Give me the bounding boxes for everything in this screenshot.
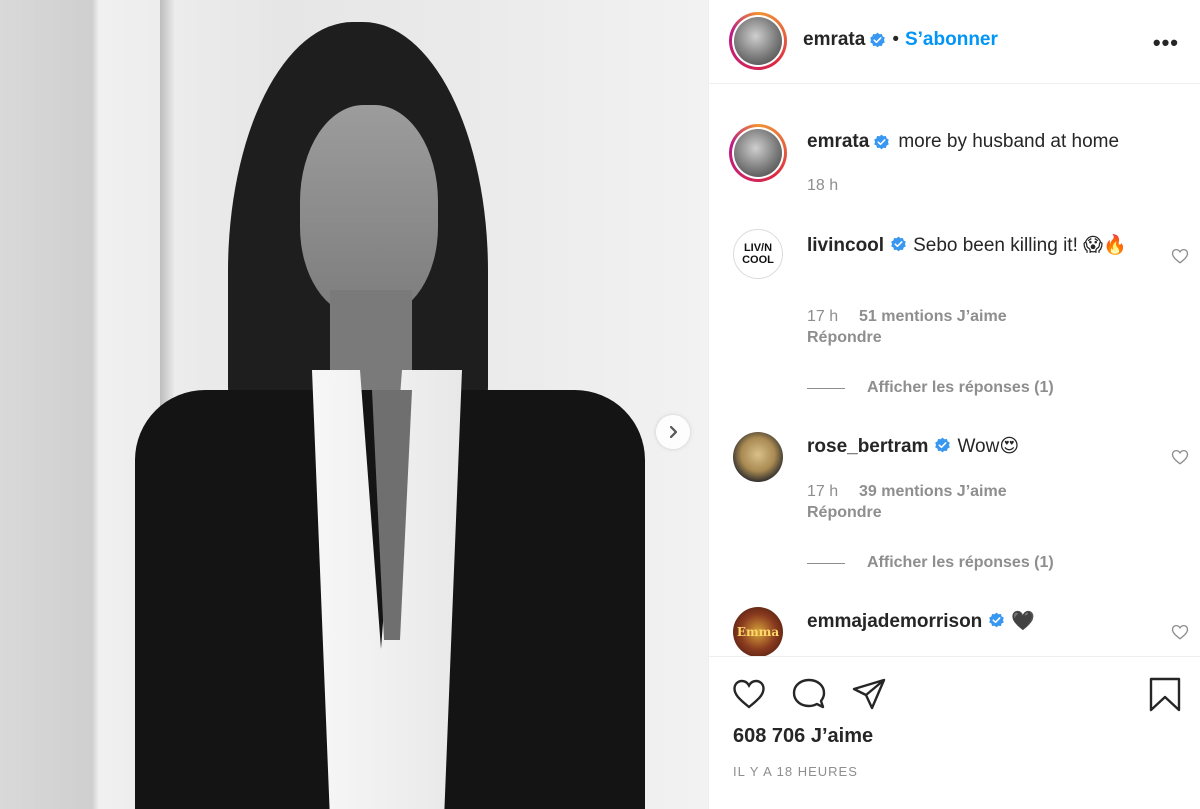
reply-button[interactable]: Répondre: [807, 329, 882, 347]
comment-body: Sebo been killing it! 😱🔥: [913, 235, 1127, 256]
view-replies-label: Afficher les réponses (1): [867, 554, 1054, 571]
comment-time: 17 h: [807, 483, 839, 500]
comment-body: Wow😍: [957, 436, 1020, 457]
verified-icon: [935, 437, 951, 453]
header-separator: •: [892, 29, 899, 50]
comment-avatar[interactable]: [733, 432, 783, 482]
caption-username[interactable]: emrata: [807, 131, 869, 153]
caption-text: more by husband at home: [898, 131, 1120, 152]
comment-text-block: livincool Sebo been killing it! 😱🔥: [807, 233, 1147, 259]
view-replies-button[interactable]: Afficher les réponses (1): [807, 554, 1054, 572]
comment-time: 17 h: [807, 308, 839, 325]
heart-icon[interactable]: [731, 676, 767, 712]
post-panel: emrata • S’abonner ••• emrata more by hu…: [708, 0, 1200, 809]
post-actions: 608 706 J’aime IL Y A 18 HEURES: [709, 656, 1200, 809]
post-header: emrata • S’abonner •••: [709, 0, 1200, 84]
photo-face: [300, 105, 438, 315]
view-replies-label: Afficher les réponses (1): [867, 379, 1054, 396]
heart-icon[interactable]: [1171, 623, 1189, 641]
comment-text-block: rose_bertram Wow😍: [807, 434, 1147, 460]
more-options-icon[interactable]: •••: [1153, 30, 1179, 56]
comment-likes[interactable]: 39 mentions J’aime: [859, 483, 1007, 501]
divider-line: [807, 387, 845, 389]
share-icon[interactable]: [851, 676, 887, 712]
comment-avatar-logo-text: LIV/N COOL: [742, 242, 774, 266]
comment-username[interactable]: emmajademorrison: [807, 611, 982, 632]
divider-line: [807, 562, 845, 564]
comment-icon[interactable]: [791, 676, 827, 712]
verified-icon: [870, 32, 886, 47]
comment-username[interactable]: livincool: [807, 235, 884, 256]
comments-section[interactable]: emrata more by husband at home 18 h LIV/…: [709, 84, 1200, 656]
comment-username[interactable]: rose_bertram: [807, 436, 928, 457]
caption-avatar[interactable]: [729, 124, 787, 182]
chevron-right-icon: [669, 425, 678, 439]
reply-button[interactable]: Répondre: [807, 504, 882, 522]
author-username[interactable]: emrata: [803, 29, 865, 51]
likes-count[interactable]: 608 706 J’aime: [733, 725, 873, 748]
post-photo[interactable]: [0, 0, 708, 809]
header-row: emrata • S’abonner: [803, 29, 998, 51]
follow-button[interactable]: S’abonner: [905, 29, 998, 51]
comment-text-block: emmajademorrison 🖤: [807, 609, 1147, 635]
view-replies-button[interactable]: Afficher les réponses (1): [807, 379, 1054, 397]
verified-icon: [989, 612, 1005, 628]
heart-icon[interactable]: [1171, 247, 1189, 265]
verified-icon: [891, 236, 906, 252]
author-avatar[interactable]: [729, 12, 787, 70]
comment-avatar[interactable]: Emma: [733, 607, 783, 656]
caption: emrata more by husband at home: [807, 131, 1119, 153]
comment-body: 🖤: [1011, 611, 1035, 632]
next-photo-button[interactable]: [656, 415, 690, 449]
comment-avatar[interactable]: LIV/N COOL: [733, 229, 783, 279]
comment-likes[interactable]: 51 mentions J’aime: [859, 308, 1007, 326]
bookmark-icon[interactable]: [1147, 676, 1183, 712]
heart-icon[interactable]: [1171, 448, 1189, 466]
verified-icon: [874, 134, 890, 149]
comment-avatar-logo-text: Emma: [736, 625, 780, 639]
caption-time: 18 h: [807, 177, 839, 194]
post-timestamp[interactable]: IL Y A 18 HEURES: [733, 764, 858, 779]
